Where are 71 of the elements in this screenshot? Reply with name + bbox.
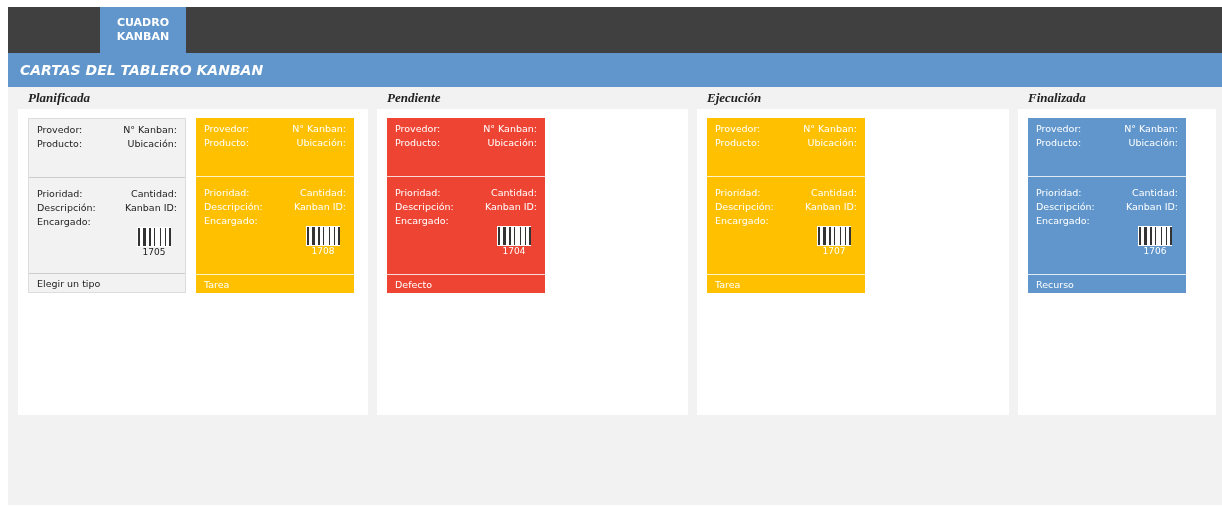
card-type: Recurso: [1036, 278, 1074, 290]
card-type: Tarea: [715, 278, 741, 290]
field-label: N° Kanban:: [292, 123, 346, 134]
field-label: Provedor:: [1036, 123, 1082, 134]
field-label: Provedor:: [37, 124, 83, 135]
field-label: Prioridad:: [715, 187, 761, 198]
field-label: Cantidad:: [1132, 187, 1178, 198]
kanban-id: 1705: [142, 247, 166, 257]
kanban-card[interactable]: Provedor: N° Kanban: Producto: Ubicación: Prioridad: Cantidad: Descripción: Kanban ID: Encargado: 1705 Elegir un tipo: [28, 118, 186, 293]
field-label: Producto:: [395, 137, 441, 148]
kanban-id: 1707: [822, 246, 846, 256]
field-label: Provedor:: [395, 123, 441, 134]
field-label: Ubicación:: [1128, 137, 1178, 148]
kanban-card[interactable]: Provedor: N° Kanban: Producto: Ubicación: Prioridad: Cantidad: Descripción: Kanban ID: Encargado: 1706 Recurso: [1028, 118, 1186, 293]
field-label: Prioridad:: [395, 187, 441, 198]
column-title: Pendiente: [387, 90, 441, 106]
field-label: Provedor:: [204, 123, 250, 134]
barcode-icon: [1138, 226, 1172, 246]
field-label: N° Kanban:: [483, 123, 537, 134]
kanban-card[interactable]: Provedor: N° Kanban: Producto: Ubicación: Prioridad: Cantidad: Descripción: Kanban ID: Encargado: 1708 Tarea: [196, 118, 354, 293]
field-label: Prioridad:: [37, 188, 83, 199]
field-label: Descripción:: [715, 201, 774, 212]
field-label: Producto:: [204, 137, 250, 148]
field-label: Producto:: [715, 137, 761, 148]
field-label: Cantidad:: [491, 187, 537, 198]
field-label: Ubicación:: [127, 138, 177, 149]
kanban-card[interactable]: Provedor: N° Kanban: Producto: Ubicación: Prioridad: Cantidad: Descripción: Kanban ID: Encargado: 1704 Defecto: [387, 118, 545, 293]
field-label: Provedor:: [715, 123, 761, 134]
header-title: CARTAS DEL TABLERO KANBAN: [20, 62, 264, 78]
field-label: Ubicación:: [807, 137, 857, 148]
card-type: Tarea: [204, 278, 230, 290]
field-label: Cantidad:: [300, 187, 346, 198]
tab[interactable]: CUADRO KANBAN: [100, 7, 186, 53]
field-label: Kanban ID:: [124, 202, 177, 213]
field-label: Encargado:: [37, 216, 91, 227]
field-label: N° Kanban:: [123, 124, 177, 135]
field-label: Encargado:: [204, 215, 258, 226]
field-label: Producto:: [1036, 137, 1082, 148]
kanban-id: 1706: [1143, 246, 1167, 256]
field-label: Descripción:: [1036, 201, 1095, 212]
field-label: Descripción:: [37, 202, 96, 213]
field-label: Producto:: [37, 138, 83, 149]
barcode-icon: [306, 226, 340, 246]
field-label: Ubicación:: [487, 137, 537, 148]
field-label: Cantidad:: [131, 188, 177, 199]
field-label: Encargado:: [395, 215, 449, 226]
barcode-icon: [137, 227, 171, 247]
barcode-icon: [497, 226, 531, 246]
field-label: N° Kanban:: [803, 123, 857, 134]
kanban-id: 1708: [311, 246, 335, 256]
field-label: Encargado:: [715, 215, 769, 226]
kanban-card[interactable]: Provedor: N° Kanban: Producto: Ubicación: Prioridad: Cantidad: Descripción: Kanban ID: Encargado: 1707 Tarea: [707, 118, 865, 293]
field-label: Ubicación:: [296, 137, 346, 148]
card-type: Defecto: [395, 278, 433, 290]
column-title: Ejecución: [707, 90, 762, 106]
barcode-icon: [817, 226, 851, 246]
field-label: Kanban ID:: [484, 201, 537, 212]
field-label: Encargado:: [1036, 215, 1090, 226]
field-label: Descripción:: [204, 201, 263, 212]
column-title: Finalizada: [1028, 90, 1086, 106]
field-label: Kanban ID:: [293, 201, 346, 212]
kanban-id: 1704: [502, 246, 526, 256]
field-label: Descripción:: [395, 201, 454, 212]
column-title: Planificada: [28, 90, 91, 106]
field-label: Prioridad:: [1036, 187, 1082, 198]
field-label: Kanban ID:: [804, 201, 857, 212]
field-label: Kanban ID:: [1125, 201, 1178, 212]
field-label: Prioridad:: [204, 187, 250, 198]
field-label: Cantidad:: [811, 187, 857, 198]
field-label: N° Kanban:: [1124, 123, 1178, 134]
card-type: Elegir un tipo: [37, 277, 101, 289]
